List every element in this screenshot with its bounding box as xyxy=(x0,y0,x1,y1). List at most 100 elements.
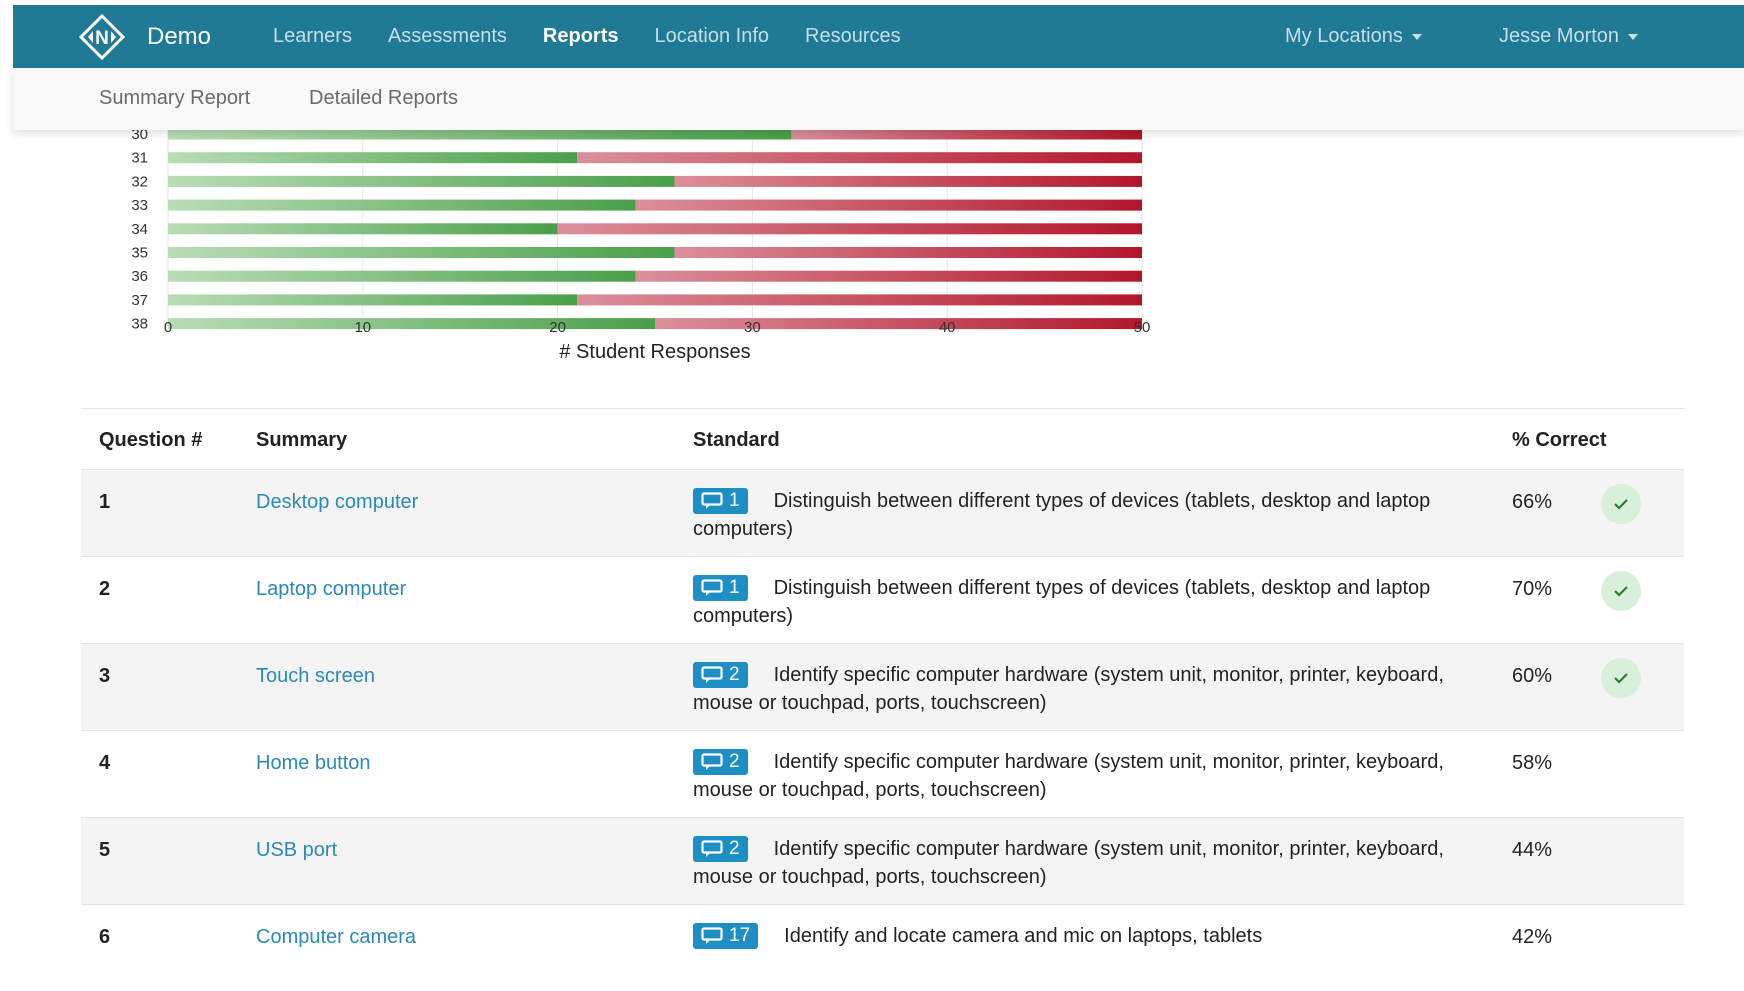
incorrect-bar xyxy=(577,294,1142,306)
question-number: 1 xyxy=(99,491,111,513)
nav-assessments[interactable]: Assessments xyxy=(388,25,507,48)
percent-correct: 66% xyxy=(1512,491,1553,513)
incorrect-bar xyxy=(674,247,1142,258)
incorrect-bar xyxy=(674,175,1142,187)
nav-reports[interactable]: Reports xyxy=(543,25,619,48)
question-number: 2 xyxy=(99,578,111,600)
comment-icon xyxy=(701,579,723,596)
x-tick-label: 0 xyxy=(164,319,172,336)
results-table: Question # Summary Standard % Correct 1 … xyxy=(81,408,1684,991)
incorrect-bar xyxy=(577,152,1142,164)
comment-icon xyxy=(701,492,723,509)
y-tick-label: 32 xyxy=(131,173,148,190)
header-percent-correct[interactable]: % Correct xyxy=(1512,429,1606,452)
standard-cell: 17 Identify and locate camera and mic on … xyxy=(693,922,1483,950)
y-tick-label: 34 xyxy=(131,221,148,238)
standard-badge[interactable]: 1 xyxy=(693,488,748,514)
y-tick-label: 31 xyxy=(131,150,148,167)
x-axis-title: # Student Responses xyxy=(559,341,750,363)
tab-summary-report[interactable]: Summary Report xyxy=(99,87,250,110)
y-tick-label: 35 xyxy=(131,245,148,262)
table-header: Question # Summary Standard % Correct xyxy=(81,408,1684,469)
table-row: 3 Touch screen 2 Identify specific comput… xyxy=(81,643,1684,730)
question-summary-link[interactable]: USB port xyxy=(256,839,337,862)
user-name: Jesse Morton xyxy=(1499,25,1620,47)
correct-bar xyxy=(168,247,675,258)
chevron-down-icon xyxy=(1411,33,1422,40)
standard-cell: 1 Distinguish between different types of … xyxy=(693,574,1483,630)
percent-correct: 44% xyxy=(1512,839,1553,861)
standard-text: Identify and locate camera and mic on la… xyxy=(784,925,1263,947)
standard-badge-count: 1 xyxy=(729,577,740,598)
question-summary-link[interactable]: Computer camera xyxy=(256,926,416,949)
top-navbar: N Demo Learners Assessments Reports Loca… xyxy=(13,5,1744,68)
brand-name: Demo xyxy=(147,22,212,50)
percent-correct: 60% xyxy=(1512,665,1553,687)
incorrect-bar xyxy=(635,270,1142,282)
incorrect-bar xyxy=(557,223,1142,235)
standard-text: Identify specific computer hardware (sys… xyxy=(693,664,1444,714)
standard-badge-count: 1 xyxy=(729,490,740,511)
nav-location-info[interactable]: Location Info xyxy=(654,25,769,48)
standard-badge-count: 17 xyxy=(729,925,751,946)
standard-text: Distinguish between different types of d… xyxy=(693,490,1431,540)
header-standard[interactable]: Standard xyxy=(693,429,780,452)
standard-cell: 2 Identify specific computer hardware (sy… xyxy=(693,835,1483,891)
header-question[interactable]: Question # xyxy=(99,429,202,452)
check-icon xyxy=(1601,484,1641,524)
question-number: 6 xyxy=(99,926,111,948)
y-tick-label: 38 xyxy=(131,316,148,333)
header-summary[interactable]: Summary xyxy=(256,429,347,452)
responses-chart: 30 31 32 33 34 35 36 37 38 0 10 20 30 40 50 # Student R… xyxy=(0,118,1200,408)
x-tick-label: 40 xyxy=(939,319,956,336)
tab-detailed-reports[interactable]: Detailed Reports xyxy=(309,87,458,110)
standard-badge[interactable]: 2 xyxy=(693,836,748,862)
standard-badge[interactable]: 2 xyxy=(693,662,748,688)
svg-text:N: N xyxy=(95,28,109,49)
standard-badge-count: 2 xyxy=(729,838,740,859)
correct-bar xyxy=(168,223,558,235)
correct-bar xyxy=(168,294,578,306)
question-summary-link[interactable]: Desktop computer xyxy=(256,491,418,514)
table-row: 6 Computer camera 17 Identify and locate … xyxy=(81,904,1684,991)
report-subnav: Summary Report Detailed Reports xyxy=(13,68,1744,130)
responses-bar-chart: 303132333435363738 0 10 20 30 40 50# Student R… xyxy=(131,118,1151,363)
brand[interactable]: N Demo xyxy=(79,13,212,60)
standard-cell: 2 Identify specific computer hardware (sy… xyxy=(693,748,1483,804)
percent-correct: 42% xyxy=(1512,926,1553,948)
my-locations-dropdown[interactable]: My Locations xyxy=(1285,5,1422,68)
standard-badge[interactable]: 17 xyxy=(693,923,759,949)
comment-icon xyxy=(701,753,723,770)
correct-bar xyxy=(168,199,636,211)
nav-learners[interactable]: Learners xyxy=(273,25,352,48)
y-tick-label: 33 xyxy=(131,197,148,214)
standard-badge-count: 2 xyxy=(729,664,740,685)
check-icon xyxy=(1601,571,1641,611)
nav-resources[interactable]: Resources xyxy=(805,25,901,48)
comment-icon xyxy=(701,927,723,944)
incorrect-bar xyxy=(791,128,1142,140)
user-dropdown[interactable]: Jesse Morton xyxy=(1499,5,1639,68)
check-icon xyxy=(1601,658,1641,698)
question-summary-link[interactable]: Laptop computer xyxy=(256,578,406,601)
x-tick-label: 10 xyxy=(354,319,371,336)
question-number: 4 xyxy=(99,752,111,774)
percent-correct: 70% xyxy=(1512,578,1553,600)
standard-text: Identify specific computer hardware (sys… xyxy=(693,838,1444,888)
chevron-down-icon xyxy=(1628,33,1639,40)
table-row: 2 Laptop computer 1 Distinguish between d… xyxy=(81,556,1684,643)
standard-badge[interactable]: 1 xyxy=(693,575,748,601)
table-row: 5 USB port 2 Identify specific computer h… xyxy=(81,817,1684,904)
standard-text: Identify specific computer hardware (sys… xyxy=(693,751,1444,801)
question-summary-link[interactable]: Touch screen xyxy=(256,665,375,688)
comment-icon xyxy=(701,666,723,683)
standard-badge-count: 2 xyxy=(729,751,740,772)
x-tick-label: 20 xyxy=(549,319,566,336)
x-tick-label: 30 xyxy=(744,319,761,336)
x-tick-label: 50 xyxy=(1134,319,1151,336)
question-summary-link[interactable]: Home button xyxy=(256,752,371,775)
standard-badge[interactable]: 2 xyxy=(693,749,748,775)
question-number: 3 xyxy=(99,665,111,687)
table-row: 4 Home button 2 Identify specific compute… xyxy=(81,730,1684,817)
main-nav: Learners Assessments Reports Location In… xyxy=(273,25,937,48)
